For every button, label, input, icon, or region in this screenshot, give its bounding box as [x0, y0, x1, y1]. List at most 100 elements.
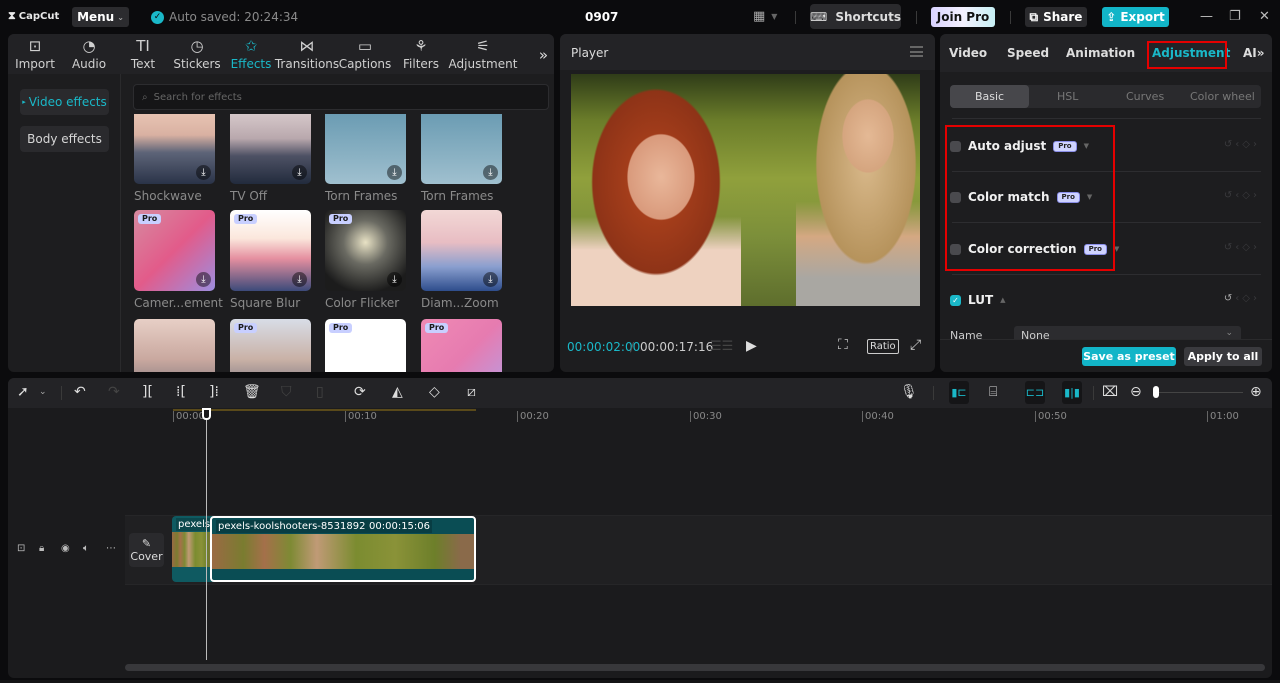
effect-tile[interactable]: Pro ⤓ Square Blur — [230, 210, 311, 310]
auto-snap-icon[interactable]: ⌸ — [989, 384, 997, 400]
reverse-icon[interactable]: ⟳ — [354, 384, 366, 400]
zoom-in-icon[interactable]: ⊕ — [1250, 384, 1262, 400]
effects-search-input[interactable]: ⌕ Search for effects — [133, 84, 549, 110]
rotate-icon[interactable]: ◇ — [429, 384, 440, 400]
tab-adjustment[interactable]: ⚟ Adjustment — [448, 34, 518, 74]
cover-button[interactable]: ✎ Cover — [129, 533, 164, 567]
effect-tile[interactable]: ⤓ TV Off — [230, 114, 311, 203]
playhead-line[interactable] — [206, 410, 207, 660]
select-tool-icon[interactable]: ➚ — [17, 384, 29, 400]
effect-tile[interactable]: ⤓ Torn Frames — [325, 114, 406, 203]
freeze-icon[interactable]: ▯ — [316, 384, 324, 400]
effect-tile[interactable]: ⤓ Shockwave — [134, 114, 215, 203]
subtab-hsl[interactable]: HSL — [1057, 90, 1078, 103]
microphone-icon[interactable]: 🎙 — [900, 384, 918, 400]
zoom-slider-handle[interactable] — [1153, 386, 1159, 398]
tab-transitions[interactable]: ⋈ Transitions — [275, 34, 339, 74]
download-icon[interactable]: ⤓ — [196, 272, 211, 287]
playhead-handle[interactable] — [202, 408, 211, 420]
preview-axis-icon[interactable]: ▮|▮ — [1062, 381, 1082, 404]
tab-ai[interactable]: AI» — [1243, 46, 1272, 60]
volume-icon[interactable]: 🔈︎ — [83, 543, 89, 554]
download-icon[interactable]: ⤓ — [196, 165, 211, 180]
effect-tile[interactable]: ⤓ Diam...Zoom — [421, 210, 502, 310]
tab-effects[interactable]: ✩ Effects — [224, 34, 278, 74]
crop-icon[interactable]: ⧄ — [467, 384, 476, 400]
timeline-clip[interactable]: pexels — [172, 516, 214, 582]
minimize-icon[interactable]: — — [1200, 9, 1213, 24]
linkage-icon[interactable]: ⊏⊐ — [1025, 381, 1045, 404]
subtab-color-wheel[interactable]: Color wheel — [1190, 90, 1255, 103]
play-icon[interactable]: ▶ — [746, 338, 757, 354]
subtab-curves[interactable]: Curves — [1126, 90, 1164, 103]
restore-icon[interactable]: ❐ — [1229, 9, 1241, 24]
delete-icon[interactable]: 🗑 — [243, 384, 261, 400]
mirror-icon[interactable]: ◭ — [392, 384, 403, 400]
ratio-button[interactable]: Ratio — [867, 339, 899, 354]
project-title[interactable]: 0907 — [585, 10, 618, 24]
tab-audio[interactable]: ◔ Audio — [62, 34, 116, 74]
lock-icon[interactable]: 🔒︎ — [39, 543, 44, 554]
effect-tile[interactable] — [134, 319, 215, 372]
zoom-to-fit-icon[interactable]: ⌧ — [1102, 384, 1118, 400]
tab-stickers[interactable]: ◷ Stickers — [170, 34, 224, 74]
apply-to-all-button[interactable]: Apply to all — [1184, 347, 1262, 366]
mark-icon[interactable]: ⛉ — [281, 384, 292, 400]
menu-button[interactable]: Menu ⌄ — [72, 7, 129, 27]
share-button[interactable]: ⧉ Share — [1025, 7, 1087, 27]
effect-tile[interactable]: Pro ⤓ Camer...ement — [134, 210, 223, 310]
export-button[interactable]: ⇪ Export — [1102, 7, 1169, 27]
chevron-down-icon[interactable]: ⌄ — [39, 387, 47, 397]
video-preview[interactable] — [571, 74, 920, 306]
tab-captions[interactable]: ▭ Captions — [336, 34, 394, 74]
subtab-basic[interactable]: Basic — [950, 85, 1029, 108]
split-left-icon[interactable]: ⁞[ — [176, 384, 186, 400]
timeline-scrollbar[interactable] — [125, 664, 1265, 671]
main-track-magnet-icon[interactable]: ▮⊏ — [949, 381, 969, 404]
eye-icon[interactable]: ◉ — [61, 543, 70, 554]
reset-icon[interactable]: ↺ — [1224, 293, 1235, 304]
scroll-tabs-icon[interactable]: » — [1257, 46, 1265, 60]
menu-icon[interactable] — [910, 46, 923, 57]
effect-tile[interactable]: Pro — [230, 319, 311, 372]
tab-import[interactable]: ⊡ Import — [8, 34, 62, 74]
zoom-slider-track[interactable] — [1158, 392, 1243, 393]
download-icon[interactable]: ⤓ — [387, 272, 402, 287]
zoom-out-icon[interactable]: ⊖ — [1130, 384, 1142, 400]
download-icon[interactable]: ⤓ — [292, 165, 307, 180]
tab-text[interactable]: TI Text — [116, 34, 170, 74]
split-icon[interactable]: ][ — [142, 384, 153, 400]
shortcuts-button[interactable]: ⌨ Shortcuts — [810, 4, 901, 29]
download-icon[interactable]: ⤓ — [387, 165, 402, 180]
tab-filters[interactable]: ⚘ Filters — [394, 34, 448, 74]
close-icon[interactable]: ✕ — [1259, 9, 1270, 24]
undo-icon[interactable]: ↶ — [74, 384, 86, 400]
zoom-fit-icon[interactable]: ⛶ — [838, 337, 848, 353]
timeline-clip-selected[interactable]: pexels-koolshooters-8531892 00:00:15:06 — [210, 516, 476, 582]
download-icon[interactable]: ⤓ — [483, 272, 498, 287]
layout-button[interactable]: ▦ ▼ — [753, 9, 777, 24]
split-right-icon[interactable]: ]⁞ — [209, 384, 219, 400]
tab-video[interactable]: Video — [949, 46, 987, 60]
more-icon[interactable]: ⋯ — [106, 543, 116, 554]
timeline-ruler[interactable]: 00:00 00:10 00:20 00:30 00:40 00:50 01:0… — [173, 408, 1272, 428]
redo-icon[interactable]: ↷ — [108, 384, 120, 400]
tab-speed[interactable]: Speed — [1007, 46, 1049, 60]
download-icon[interactable]: ⤓ — [483, 165, 498, 180]
effect-tile[interactable]: Pro ⤓ Color Flicker — [325, 210, 406, 310]
download-icon[interactable]: ⤓ — [292, 272, 307, 287]
sidebar-item-video-effects[interactable]: ▸ Video effects — [20, 89, 109, 115]
chevron-up-icon[interactable]: ▲ — [1000, 296, 1005, 304]
effect-tile[interactable]: Pro — [325, 319, 406, 372]
fullscreen-icon[interactable]: ⤢ — [910, 337, 921, 353]
lut-checkbox[interactable]: ✓ — [950, 294, 961, 306]
tab-animation[interactable]: Animation — [1066, 46, 1135, 60]
save-as-preset-button[interactable]: Save as preset — [1082, 347, 1176, 366]
sidebar-item-body-effects[interactable]: Body effects — [20, 126, 109, 152]
more-tabs-icon[interactable]: » — [539, 46, 548, 64]
join-pro-button[interactable]: Join Pro — [931, 7, 995, 27]
frame-grid-icon[interactable]: ☰☰ — [710, 339, 733, 354]
track-video-icon[interactable]: ⊡ — [17, 543, 25, 554]
effect-tile[interactable]: Pro — [421, 319, 502, 372]
effect-tile[interactable]: ⤓ Torn Frames — [421, 114, 502, 203]
